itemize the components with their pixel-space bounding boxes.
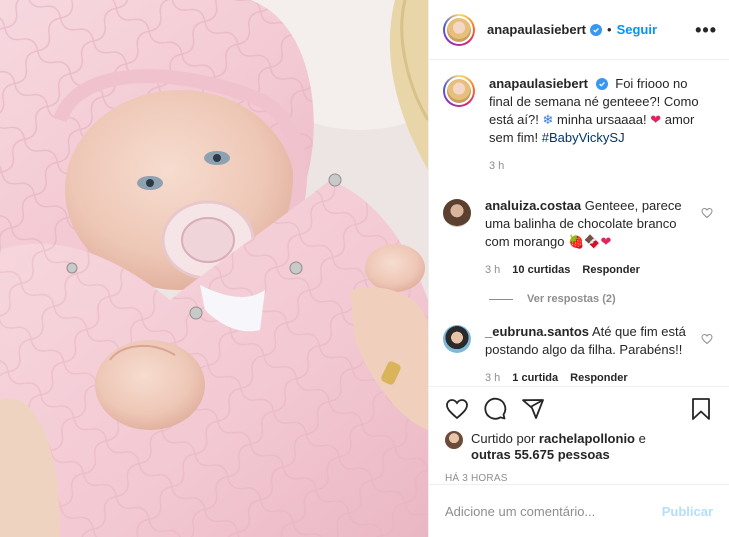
likes-summary: Curtido por rachelapollonio e outras 55.… (445, 431, 713, 463)
post-side-panel: anapaulasiebert • Seguir ••• anapaulasie… (428, 0, 729, 537)
heart-icon[interactable] (701, 333, 713, 345)
comment-likes[interactable]: 1 curtida (512, 369, 558, 386)
comment-likes[interactable]: 10 curtidas (512, 261, 570, 279)
heart-icon[interactable] (701, 207, 713, 219)
liker-username[interactable]: rachelapollonio (539, 431, 635, 446)
verified-icon (595, 78, 608, 90)
author-username[interactable]: anapaulasiebert (487, 22, 586, 37)
caption: anapaulasiebert Foi friooo no final de s… (443, 75, 713, 175)
comment-emojis: 🍓🍫❤ (568, 234, 612, 249)
comment-time[interactable]: 3 h (485, 261, 500, 279)
likes-middle: e (635, 431, 646, 446)
replies-divider (489, 298, 513, 300)
more-icon[interactable]: ••• (695, 21, 717, 39)
add-comment-bar: Publicar (429, 484, 729, 537)
hashtag-link[interactable]: #BabyVickySJ (542, 130, 625, 145)
commenter-avatar[interactable] (443, 199, 471, 227)
publish-button[interactable]: Publicar (662, 504, 713, 519)
comments-list[interactable]: anapaulasiebert Foi friooo no final de s… (429, 61, 729, 386)
comment-icon[interactable] (483, 397, 507, 421)
author-avatar[interactable] (443, 13, 475, 46)
caption-meta: 3 h (489, 157, 713, 175)
caption-avatar[interactable] (443, 75, 475, 107)
post-photo[interactable] (0, 0, 428, 537)
bookmark-icon[interactable] (689, 397, 713, 421)
caption-text-2: minha ursaaaa! (553, 112, 651, 127)
comment-item: _eubruna.santos Até que fim está postand… (443, 323, 713, 386)
heart-icon[interactable] (445, 397, 469, 421)
post-header: anapaulasiebert • Seguir ••• (429, 0, 729, 60)
liker-avatar[interactable] (445, 431, 463, 449)
verified-icon (590, 23, 602, 36)
comment-username[interactable]: _eubruna.santos (485, 324, 589, 339)
likes-others[interactable]: outras 55.675 pessoas (471, 447, 610, 462)
baby-photo-illustration (0, 0, 428, 537)
commenter-avatar[interactable] (443, 325, 471, 353)
post-actions: Curtido por rachelapollonio e outras 55.… (429, 386, 729, 484)
follow-button[interactable]: Seguir (617, 22, 657, 37)
comment-meta: 3 h 10 curtidas Responder (485, 261, 695, 279)
post-timestamp[interactable]: HÁ 3 HORAS (445, 473, 713, 484)
comment-meta: 3 h 1 curtida Responder (485, 369, 695, 386)
caption-username[interactable]: anapaulasiebert (489, 76, 588, 91)
heart-emoji: ❤ (650, 112, 662, 127)
comment-username[interactable]: analuiza.costaa (485, 198, 581, 213)
comment-input[interactable] (445, 503, 662, 519)
reply-button[interactable]: Responder (582, 261, 639, 279)
snowflake-emoji: ❄ (542, 112, 554, 127)
view-replies-button[interactable]: Ver respostas (2) (489, 293, 713, 305)
view-replies-label: Ver respostas (2) (527, 293, 616, 305)
share-icon[interactable] (521, 397, 545, 421)
caption-time[interactable]: 3 h (489, 157, 504, 175)
comment-time[interactable]: 3 h (485, 369, 500, 386)
likes-prefix: Curtido por (471, 431, 539, 446)
separator-dot: • (607, 22, 612, 37)
comment-item: analuiza.costaa Genteee, parece uma bali… (443, 197, 713, 279)
reply-button[interactable]: Responder (570, 369, 627, 386)
